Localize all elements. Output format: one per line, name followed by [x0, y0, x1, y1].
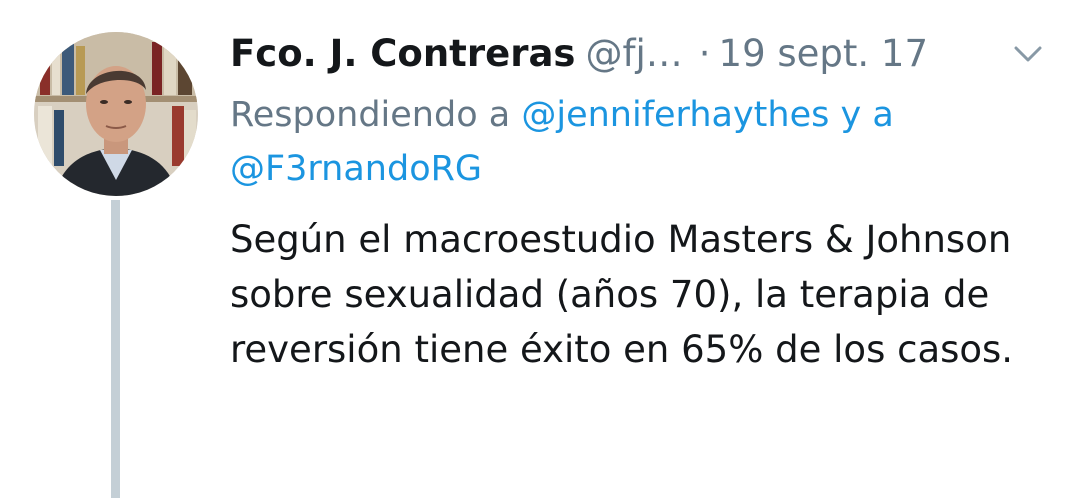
tweet-text: Según el macroestudio Masters & Johnson …	[230, 218, 1014, 371]
chevron-down-icon	[1014, 46, 1042, 62]
reply-prefix: Respondiendo a	[230, 95, 511, 135]
mention-f3rnandorg[interactable]: @F3rnandoRG	[230, 149, 482, 189]
separator-dot: ·	[698, 32, 711, 75]
reply-conjunction: y a	[840, 95, 894, 135]
tweet-menu-button[interactable]	[1008, 36, 1048, 72]
avatar-image	[34, 32, 198, 196]
author-name[interactable]: Fco. J. Contreras	[230, 32, 575, 75]
mention-jenniferhaythes[interactable]: @jenniferhaythes	[521, 95, 829, 135]
tweet[interactable]: Fco. J. Contreras @fj… · 19 sept. 17 Respon…	[0, 0, 1080, 498]
author-handle[interactable]: @fj…	[585, 32, 682, 75]
avatar[interactable]	[34, 32, 198, 196]
reply-context: Respondiendo a @jenniferhaythes y a @F3r…	[230, 88, 1030, 196]
thread-line	[111, 200, 120, 498]
tweet-date[interactable]: 19 sept. 17	[719, 32, 928, 75]
tweet-header: Fco. J. Contreras @fj… · 19 sept. 17	[230, 28, 990, 80]
